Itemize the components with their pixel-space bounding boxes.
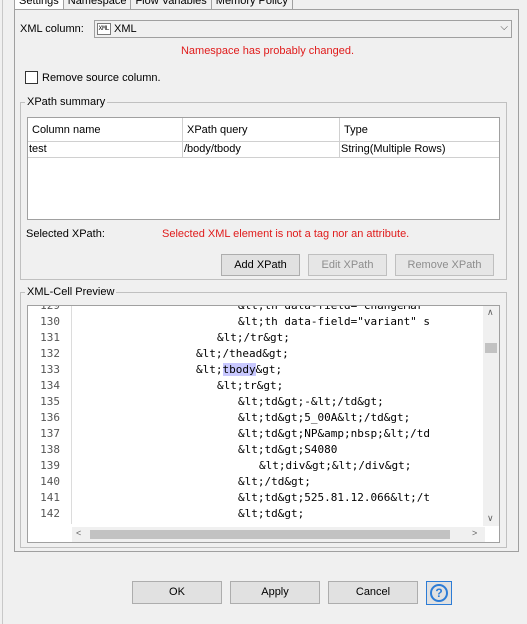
window-edge <box>2 0 3 624</box>
line-number: 130 <box>40 315 60 328</box>
code-line[interactable]: 133 &lt;tbody&gt; <box>28 362 483 378</box>
line-number: 132 <box>40 347 60 360</box>
vertical-scroll-thumb[interactable] <box>485 343 497 353</box>
scroll-right-arrow-icon[interactable]: > <box>472 528 477 538</box>
cell-type[interactable]: String(Multiple Rows) <box>340 142 499 157</box>
chevron-down-icon[interactable]: ⌵ <box>500 22 508 33</box>
line-code: &lt;td&gt; <box>238 507 305 520</box>
tab-namespace[interactable]: Namespace <box>62 0 132 9</box>
column-header-column-name[interactable]: Column name <box>28 118 183 141</box>
xml-column-row: XML column: XML XML ⌵ <box>20 20 512 38</box>
xml-type-icon: XML <box>97 23 111 35</box>
horizontal-scrollbar[interactable]: < > <box>72 527 485 542</box>
line-code: &lt;div&gt;&lt;/div&gt; <box>259 459 412 472</box>
tab-memory-policy[interactable]: Memory Policy <box>210 0 293 9</box>
line-number: 135 <box>40 395 60 408</box>
edit-xpath-button[interactable]: Edit XPath <box>308 254 387 276</box>
line-code: &lt;tbody&gt; <box>196 362 282 378</box>
remove-xpath-button[interactable]: Remove XPath <box>395 254 494 276</box>
cell-xpath-query[interactable]: /body/tbody <box>183 142 340 157</box>
selected-xpath-error: Selected XML element is not a tag nor an… <box>162 228 410 240</box>
line-number: 140 <box>40 475 60 488</box>
vertical-scrollbar[interactable]: ∧ ∨ <box>483 306 499 526</box>
line-number: 141 <box>40 491 60 504</box>
line-number: 139 <box>40 459 60 472</box>
column-header-xpath-query[interactable]: XPath query <box>183 118 340 141</box>
horizontal-scroll-thumb[interactable] <box>90 530 450 539</box>
code-line[interactable]: 141 &lt;td&gt;525.81.12.066&lt;/t <box>28 490 483 506</box>
line-code: &lt;td&gt;-&lt;/td&gt; <box>238 395 384 408</box>
line-code: &lt;th data-field="changeMar <box>238 305 424 312</box>
cancel-button[interactable]: Cancel <box>328 581 418 604</box>
remove-source-checkbox[interactable] <box>25 71 38 84</box>
xpath-summary-group: XPath summary Column name XPath query Ty… <box>20 96 507 280</box>
ok-button[interactable]: OK <box>132 581 222 604</box>
xpath-summary-title: XPath summary <box>25 96 108 108</box>
line-code: &lt;/thead&gt; <box>196 347 289 360</box>
apply-button[interactable]: Apply <box>230 581 320 604</box>
settings-panel: XML column: XML XML ⌵ Namespace has prob… <box>14 9 519 552</box>
line-code: &lt;/td&gt; <box>238 475 311 488</box>
code-line[interactable]: 140 &lt;/td&gt; <box>28 474 483 490</box>
line-code: &lt;td&gt;NP&amp;nbsp;&lt;/td <box>238 427 431 440</box>
line-number: 142 <box>40 507 60 520</box>
cell-column-name[interactable]: test <box>28 142 183 157</box>
remove-source-label[interactable]: Remove source column. <box>42 72 161 84</box>
code-line[interactable]: 138 &lt;td&gt;S4080 <box>28 442 483 458</box>
line-code: &lt;td&gt;525.81.12.066&lt;/t <box>238 491 431 504</box>
xml-cell-preview-title: XML-Cell Preview <box>25 286 117 298</box>
table-row[interactable]: test /body/tbody String(Multiple Rows) <box>28 142 499 158</box>
line-number: 134 <box>40 379 60 392</box>
highlighted-tag: tbody <box>222 363 256 376</box>
add-xpath-button[interactable]: Add XPath <box>221 254 300 276</box>
code-line[interactable]: 130 &lt;th data-field="variant" s <box>28 314 483 330</box>
line-code: &lt;th data-field="variant" s <box>238 315 431 328</box>
code-line[interactable]: 142 &lt;td&gt; <box>28 506 483 522</box>
line-number: 138 <box>40 443 60 456</box>
line-code: &lt;/tr&gt; <box>217 331 290 344</box>
code-line[interactable]: 134 &lt;tr&gt; <box>28 378 483 394</box>
line-code: &lt;tr&gt; <box>217 379 284 392</box>
line-number: 133 <box>40 363 60 376</box>
scroll-down-arrow-icon[interactable]: ∨ <box>487 513 494 524</box>
code-line[interactable]: 136 &lt;td&gt;5_00A&lt;/td&gt; <box>28 410 483 426</box>
xml-column-select[interactable]: XML XML ⌵ <box>94 20 512 38</box>
selected-xpath-label: Selected XPath: <box>26 228 105 240</box>
line-number: 137 <box>40 427 60 440</box>
help-icon: ? <box>430 584 448 602</box>
code-text: &lt; <box>196 363 223 376</box>
line-number: 131 <box>40 331 60 344</box>
table-header: Column name XPath query Type <box>28 118 499 142</box>
selected-xpath-row: Selected XPath: Selected XML element is … <box>26 228 496 240</box>
code-line[interactable]: 129 &lt;th data-field="changeMar <box>28 305 483 314</box>
xml-preview-editor[interactable]: 129 &lt;th data-field="changeMar 130 &lt;th… <box>27 305 500 543</box>
tab-flow-variables[interactable]: Flow Variables <box>130 0 212 9</box>
code-text: &gt; <box>255 363 283 376</box>
code-line[interactable]: 139 &lt;div&gt;&lt;/div&gt; <box>28 458 483 474</box>
code-line[interactable]: 132 &lt;/thead&gt; <box>28 346 483 362</box>
xml-cell-preview-group: XML-Cell Preview 129 &lt;th data-field="c… <box>20 286 507 548</box>
help-button[interactable]: ? <box>426 581 452 605</box>
xpath-summary-table: Column name XPath query Type test /body/… <box>27 117 500 220</box>
code-line[interactable]: 131 &lt;/tr&gt; <box>28 330 483 346</box>
line-number: 136 <box>40 411 60 424</box>
namespace-warning: Namespace has probably changed. <box>180 45 355 57</box>
scroll-up-arrow-icon[interactable]: ∧ <box>487 307 494 318</box>
xml-column-label: XML column: <box>20 23 84 35</box>
line-code: &lt;td&gt;S4080 <box>238 443 338 456</box>
scroll-left-arrow-icon[interactable]: < <box>76 528 81 538</box>
column-header-type[interactable]: Type <box>340 118 499 141</box>
code-line[interactable]: 135 &lt;td&gt;-&lt;/td&gt; <box>28 394 483 410</box>
remove-source-row: Remove source column. <box>25 71 161 84</box>
code-line[interactable]: 137 &lt;td&gt;NP&amp;nbsp;&lt;/td <box>28 426 483 442</box>
line-number: 129 <box>40 305 60 312</box>
line-code: &lt;td&gt;5_00A&lt;/td&gt; <box>238 411 411 424</box>
xml-column-value: XML <box>114 23 137 35</box>
